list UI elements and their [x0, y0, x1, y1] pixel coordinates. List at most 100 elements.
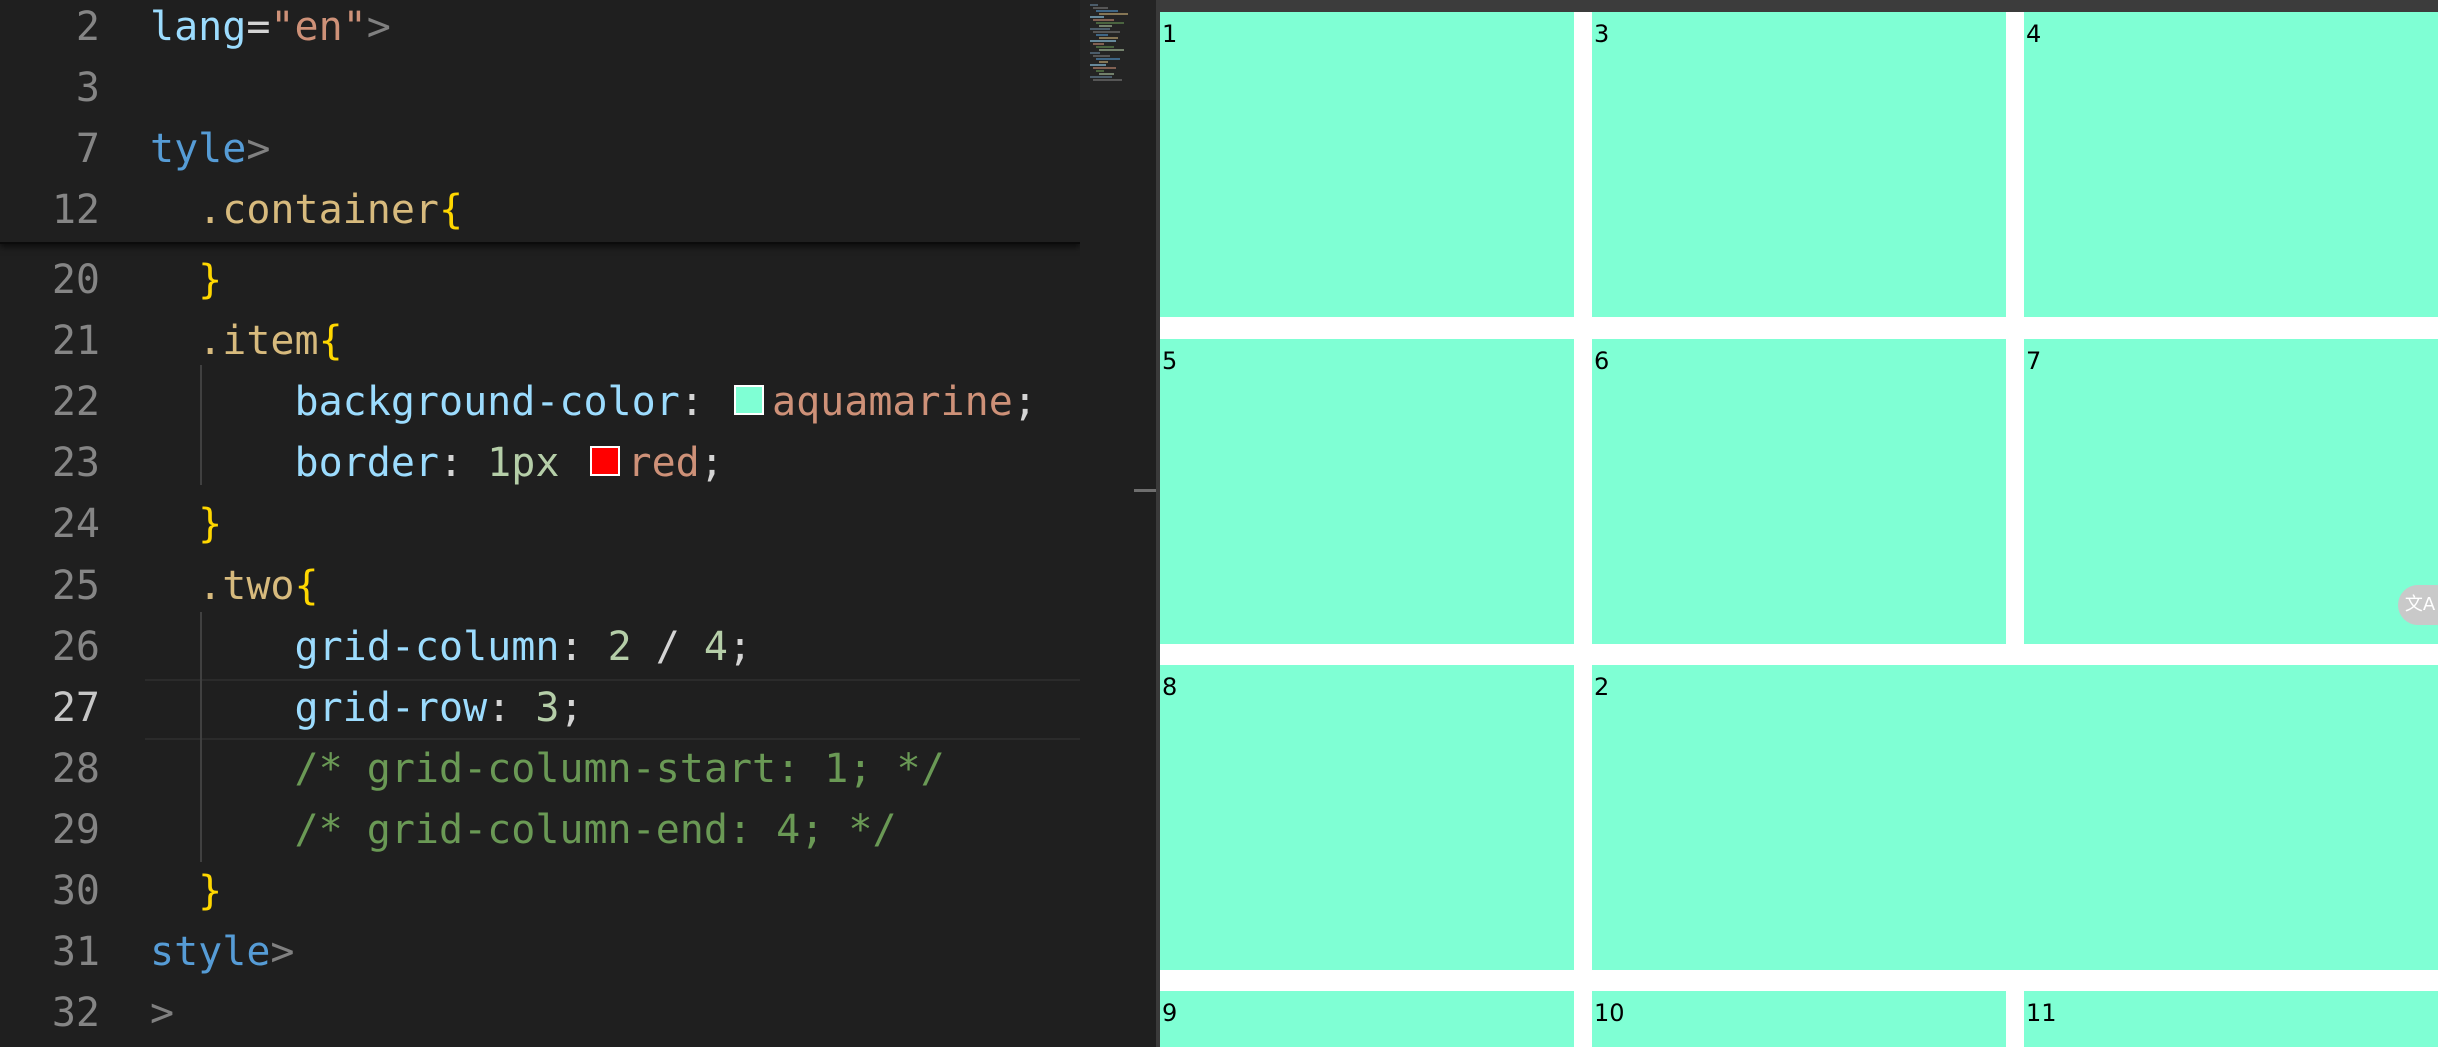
- line-number: 26: [51, 623, 100, 670]
- code-line-23[interactable]: 23 border: 1px red;: [0, 433, 1080, 494]
- minimap[interactable]: [1080, 0, 1156, 1047]
- code-token: >: [366, 4, 391, 50]
- minimap-line: [1099, 61, 1108, 63]
- minimap-line: [1096, 70, 1104, 72]
- grid-item-7: 7: [2024, 339, 2438, 644]
- code-text: /* grid-column-start: 1; */: [150, 739, 944, 800]
- code-text: }: [150, 861, 222, 922]
- minimap-line: [1099, 13, 1128, 15]
- minimap-line: [1093, 43, 1104, 45]
- code-token: :: [679, 379, 728, 426]
- line-number: 32: [51, 990, 100, 1037]
- line-number: 30: [51, 868, 100, 914]
- color-swatch[interactable]: [733, 385, 764, 416]
- translate-icon[interactable]: 文A: [2398, 585, 2438, 625]
- code-text: border: 1px red;: [150, 433, 724, 494]
- code-line-31[interactable]: 31 style>: [0, 922, 1080, 983]
- code-line-7[interactable]: 7 tyle>: [0, 119, 1080, 180]
- minimap-line: [1099, 25, 1112, 27]
- code-token: {: [294, 562, 319, 609]
- minimap-line: [1090, 28, 1110, 30]
- code-token: {: [318, 318, 343, 365]
- line-number: 7: [75, 126, 100, 172]
- line-number: 2: [75, 4, 100, 50]
- code-line-20[interactable]: 20 }: [0, 250, 1080, 311]
- code-line-12[interactable]: 12 .container{: [0, 180, 1080, 241]
- code-line-25[interactable]: 25 .two{: [0, 556, 1080, 617]
- code-line-30[interactable]: 30 }: [0, 861, 1080, 922]
- minimap-line: [1099, 49, 1124, 51]
- line-number: 22: [51, 379, 100, 426]
- translate-glyph: 文A: [2404, 594, 2436, 615]
- code-token: style: [150, 929, 271, 976]
- code-line-22[interactable]: 22 background-color: aquamarine;: [0, 372, 1080, 433]
- preview-top-bar: [1160, 0, 2438, 12]
- code-text: }: [150, 494, 222, 555]
- code-token: :: [559, 623, 608, 670]
- grid-item-1: 1: [1160, 12, 1574, 317]
- code-text: .two{: [150, 556, 319, 617]
- line-number: 23: [51, 440, 100, 487]
- code-token: :: [438, 440, 488, 487]
- minimap-line: [1093, 79, 1122, 81]
- minimap-line: [1099, 73, 1114, 75]
- minimap-line: [1093, 67, 1116, 69]
- minimap-line: [1096, 46, 1114, 48]
- code-line-3[interactable]: 3: [0, 58, 1080, 119]
- code-text: grid-column: 2 / 4;: [150, 617, 752, 678]
- code-token: 1px: [487, 440, 560, 487]
- code-text: background-color: aquamarine;: [150, 372, 1037, 433]
- code-line-21[interactable]: 21 .item{: [0, 311, 1080, 372]
- code-token: /: [631, 623, 704, 670]
- code-text: .item{: [150, 311, 343, 372]
- code-token: lang: [150, 4, 247, 50]
- grid-item-4: 4: [2024, 12, 2438, 317]
- code-line-26[interactable]: 26 grid-column: 2 / 4;: [0, 617, 1080, 678]
- code-token: "en": [270, 4, 367, 50]
- code-text: style>: [150, 922, 295, 983]
- minimap-line: [1093, 31, 1120, 33]
- code-line-29[interactable]: 29 /* grid-column-end: 4; */: [0, 800, 1080, 861]
- line-number: 21: [51, 318, 100, 365]
- grid-item-3: 3: [1592, 12, 2006, 317]
- line-number: 29: [51, 806, 100, 853]
- code-token: ;: [1012, 379, 1037, 426]
- grid-item-11: 11: [2024, 991, 2438, 1047]
- grid-item-6: 6: [1592, 339, 2006, 644]
- code-token: red: [627, 440, 700, 487]
- code-token: =: [246, 4, 271, 50]
- code-token: >: [150, 990, 175, 1037]
- code-token: .item: [150, 318, 319, 365]
- code-token: tyle: [150, 126, 247, 172]
- code-token: >: [246, 126, 271, 172]
- code-line-32[interactable]: 32 >: [0, 983, 1080, 1044]
- code-token: }: [198, 257, 223, 303]
- color-swatch[interactable]: [589, 446, 620, 477]
- code-token: grid-column: [150, 623, 560, 670]
- browser-preview[interactable]: 1 3 4 5 6 7 8 2 9 10 11: [1160, 0, 2438, 1047]
- code-line-24[interactable]: 24 }: [0, 494, 1080, 555]
- code-text: /* grid-column-end: 4; */: [150, 800, 896, 861]
- code-text: tyle>: [150, 119, 270, 180]
- code-token: }: [198, 868, 223, 914]
- minimap-line: [1093, 55, 1110, 57]
- code-text: lang="en">: [150, 0, 391, 58]
- code-token: ;: [699, 440, 724, 487]
- sticky-scroll-header[interactable]: 2 lang="en"> 3 7 tyle> 12 .container{: [0, 0, 1080, 244]
- code-line-28[interactable]: 28 /* grid-column-start: 1; */: [0, 739, 1080, 800]
- code-text: }: [150, 250, 222, 311]
- minimap-line: [1090, 64, 1106, 66]
- minimap-line: [1090, 52, 1100, 54]
- indent-guide: [200, 612, 202, 862]
- code-token: .container: [150, 187, 439, 233]
- minimap-line: [1096, 58, 1120, 60]
- code-line-2[interactable]: 2 lang="en">: [0, 0, 1080, 58]
- code-token: {: [438, 187, 464, 233]
- minimap-line: [1090, 16, 1104, 18]
- minimap-line: [1093, 19, 1114, 21]
- code-editor[interactable]: 2 lang="en"> 3 7 tyle> 12 .container{ 20 } 21 …: [0, 0, 1080, 1047]
- line-number: 20: [51, 257, 100, 303]
- grid-item-5: 5: [1160, 339, 1574, 644]
